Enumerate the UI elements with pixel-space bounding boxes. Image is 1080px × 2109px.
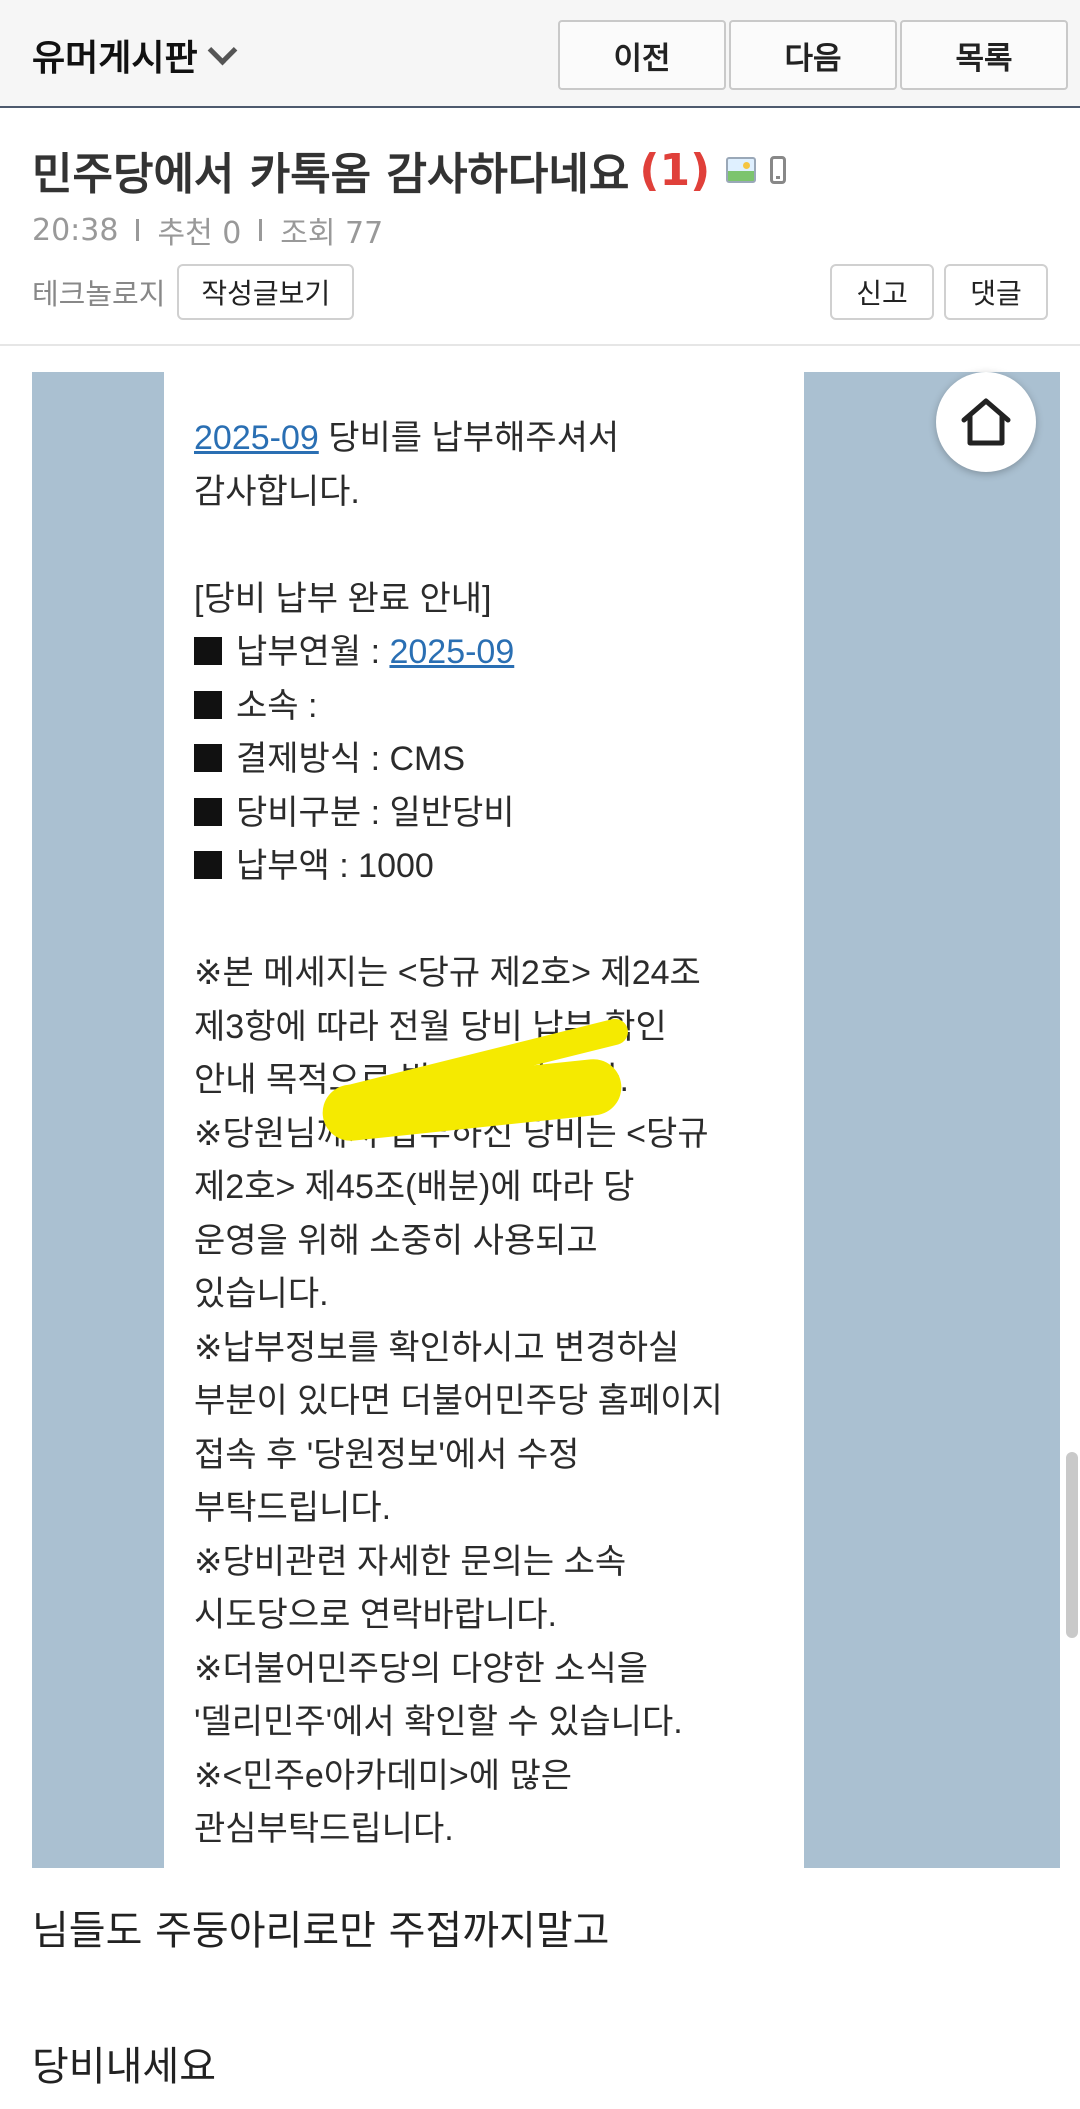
message-text: 2025-09 당비를 납부해주셔서 감사합니다. [당비 납부 완료 안내] … bbox=[194, 412, 794, 1857]
image-icon bbox=[726, 157, 757, 183]
message-line: '델리민주'에서 확인할 수 있습니다. bbox=[194, 1703, 683, 1741]
post-title-row: 민주당에서 카톡옴 감사하다네요 (1) bbox=[32, 138, 787, 202]
post-category: 테크놀로지 bbox=[32, 277, 166, 311]
message-line: ※본 메세지는 <당규 제2호> 제24조 bbox=[194, 954, 701, 992]
message-line: 당비구분 : 일반당비 bbox=[236, 793, 515, 832]
message-line: 결제방식 : CMS bbox=[236, 740, 466, 778]
message-line: 당비를 납부해주셔서 bbox=[318, 419, 620, 457]
prev-button[interactable]: 이전 bbox=[558, 20, 726, 90]
chevron-down-icon bbox=[207, 35, 237, 65]
board-name: 유머게시판 bbox=[32, 38, 198, 79]
nav-buttons: 이전 다음 목록 bbox=[555, 20, 1068, 90]
message-line: ※더불어민주당의 다양한 소식을 bbox=[194, 1649, 649, 1688]
body-line: 당비내세요 bbox=[32, 2044, 216, 2090]
next-button[interactable]: 다음 bbox=[729, 20, 897, 90]
message-line: [당비 납부 완료 안내] bbox=[194, 579, 492, 618]
body-line: 님들도 주둥아리로만 주접까지말고 bbox=[32, 1908, 610, 1954]
board-selector[interactable]: 유머게시판 bbox=[32, 30, 237, 80]
message-line: 제3항에 따라 전월 당비 납부 확인 bbox=[194, 1007, 667, 1046]
message-line: 접속 후 '당원정보'에서 수정 bbox=[194, 1435, 580, 1474]
post-time: 20:38 bbox=[32, 212, 119, 248]
meta-separator bbox=[136, 219, 140, 241]
message-line: 시도당으로 연락바랍니다. bbox=[194, 1596, 557, 1634]
period-link[interactable]: 2025-09 bbox=[389, 633, 514, 671]
mobile-icon bbox=[770, 156, 787, 184]
message-line: 관심부탁드립니다. bbox=[194, 1810, 454, 1848]
message-line: ※<민주e아카데미>에 많은 bbox=[194, 1756, 573, 1795]
list-button[interactable]: 목록 bbox=[900, 20, 1068, 90]
home-button[interactable] bbox=[936, 372, 1036, 472]
header-divider bbox=[0, 344, 1080, 346]
message-line: 운영을 위해 소중히 사용되고 bbox=[194, 1221, 598, 1260]
message-line: ※당비관련 자세한 문의는 소속 bbox=[194, 1542, 627, 1581]
reply-button[interactable]: 댓글 bbox=[944, 264, 1048, 320]
square-bullet-icon bbox=[194, 744, 222, 772]
post-image: 2025-09 당비를 납부해주셔서 감사합니다. [당비 납부 완료 안내] … bbox=[32, 372, 1060, 1868]
home-icon bbox=[961, 398, 1011, 446]
square-bullet-icon bbox=[194, 637, 222, 665]
top-nav-bar: 유머게시판 이전 다음 목록 bbox=[0, 0, 1080, 108]
view-count: 조회 77 bbox=[280, 216, 384, 251]
comment-count[interactable]: (1) bbox=[639, 145, 710, 196]
message-line: 소속 : bbox=[236, 686, 318, 725]
meta-separator bbox=[259, 219, 263, 241]
recommend-count: 추천 0 bbox=[157, 216, 242, 251]
page-scrollbar[interactable] bbox=[1066, 1452, 1078, 1638]
message-line: 있습니다. bbox=[194, 1275, 329, 1313]
message-line: 납부연월 : bbox=[236, 633, 390, 671]
report-button[interactable]: 신고 bbox=[830, 264, 934, 320]
view-author-posts-button[interactable]: 작성글보기 bbox=[177, 264, 355, 320]
message-line: 감사합니다. bbox=[194, 472, 360, 511]
message-line: ※납부정보를 확인하시고 변경하실 bbox=[194, 1328, 680, 1367]
category-row: 테크놀로지 작성글보기 bbox=[32, 264, 355, 320]
message-line: 부분이 있다면 더불어민주당 홈페이지 bbox=[194, 1382, 723, 1420]
period-link[interactable]: 2025-09 bbox=[194, 419, 319, 457]
post-actions: 신고 댓글 bbox=[830, 264, 1048, 320]
post-title: 민주당에서 카톡옴 감사하다네요 bbox=[32, 149, 630, 200]
message-line: 납부액 : 1000 bbox=[236, 847, 434, 885]
square-bullet-icon bbox=[194, 797, 222, 826]
post-meta: 20:38 추천 0 조회 77 bbox=[32, 208, 383, 252]
message-line: 제2호> 제45조(배분)에 따라 당 bbox=[194, 1168, 635, 1206]
square-bullet-icon bbox=[194, 690, 222, 719]
message-line: 부탁드립니다. bbox=[194, 1489, 392, 1527]
square-bullet-icon bbox=[194, 851, 222, 879]
